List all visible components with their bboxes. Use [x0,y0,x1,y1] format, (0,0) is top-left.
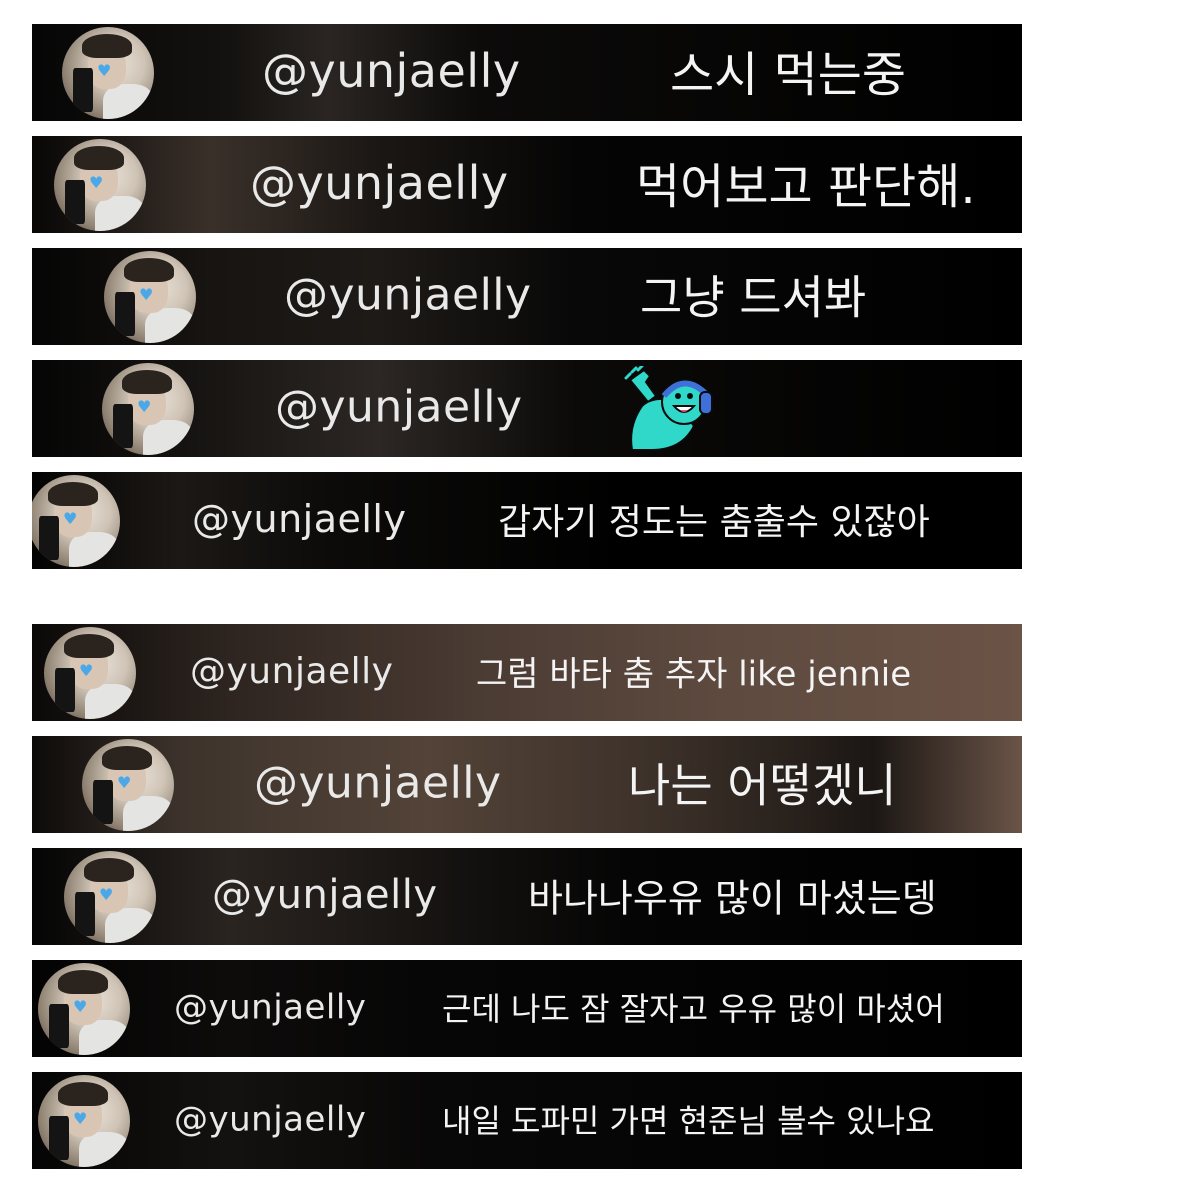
waving-character-sticker [624,366,713,451]
comment-row: ♥ @yunjaelly 그냥 드셔봐 [32,248,1022,345]
comment-handle[interactable]: @yunjaelly [275,381,523,432]
heart-icon: ♥ [88,173,104,193]
comment-message: 내일 도파민 가면 현준님 볼수 있나요 [442,1101,935,1140]
comment-message: 그럼 바타 춤 추자 like jennie [476,654,912,695]
comment-message: 스시 먹는중 [670,46,907,103]
comment-handle[interactable]: @yunjaelly [174,1099,366,1139]
heart-icon: ♥ [72,1109,88,1129]
heart-icon: ♥ [136,397,152,417]
comment-message: 먹어보고 판단해. [636,158,976,215]
avatar[interactable]: ♥ [64,850,156,943]
comment-message: 그냥 드셔봐 [640,269,867,324]
comment-row: ♥ @yunjaelly 스시 먹는중 [32,24,1022,121]
comment-handle[interactable]: @yunjaelly [174,987,366,1027]
comment-message: 나는 어떻겠니 [628,757,897,812]
comment-handle[interactable]: @yunjaelly [212,872,438,918]
comment-row: ♥ @yunjaelly 나는 어떻겠니 [32,736,1022,833]
heart-icon: ♥ [96,61,112,81]
comment-handle[interactable]: @yunjaelly [250,155,509,209]
comment-row: ♥ @yunjaelly 바나나우유 많이 마셨는뎅 [32,848,1022,945]
avatar[interactable]: ♥ [82,738,174,831]
avatar[interactable]: ♥ [62,26,154,119]
comment-row: ♥ @yunjaelly 그럼 바타 춤 추자 like jennie [32,624,1022,721]
comment-row: ♥ @yunjaelly 근데 나도 잠 잘자고 우유 많이 마셨어 [32,960,1022,1057]
comment-handle[interactable]: @yunjaelly [254,757,502,808]
comment-row: ♥ @yunjaelly [32,360,1022,457]
comment-handle[interactable]: @yunjaelly [284,269,532,320]
heart-icon: ♥ [78,661,94,681]
avatar[interactable]: ♥ [38,1074,130,1167]
comment-handle[interactable]: @yunjaelly [192,497,406,541]
heart-icon: ♥ [98,885,114,905]
avatar[interactable]: ♥ [44,626,136,719]
heart-icon: ♥ [116,773,132,793]
avatar[interactable]: ♥ [38,962,130,1055]
heart-icon: ♥ [72,997,88,1017]
comment-row: ♥ @yunjaelly 먹어보고 판단해. [32,136,1022,233]
comment-message: 근데 나도 잠 잘자고 우유 많이 마셨어 [442,989,945,1028]
comment-message: 바나나우유 많이 마셨는뎅 [528,875,937,920]
heart-icon: ♥ [138,285,154,305]
comment-row: ♥ @yunjaelly 내일 도파민 가면 현준님 볼수 있나요 [32,1072,1022,1169]
avatar[interactable]: ♥ [32,474,120,567]
comment-handle[interactable]: @yunjaelly [262,43,521,97]
heart-icon: ♥ [62,509,78,529]
avatar[interactable]: ♥ [104,250,196,343]
comment-row: ♥ @yunjaelly 갑자기 정도는 춤출수 있잖아 [32,472,1022,569]
avatar[interactable]: ♥ [102,362,194,455]
comment-handle[interactable]: @yunjaelly [190,650,393,691]
avatar[interactable]: ♥ [54,138,146,231]
comment-message: 갑자기 정도는 춤출수 있잖아 [498,501,930,543]
